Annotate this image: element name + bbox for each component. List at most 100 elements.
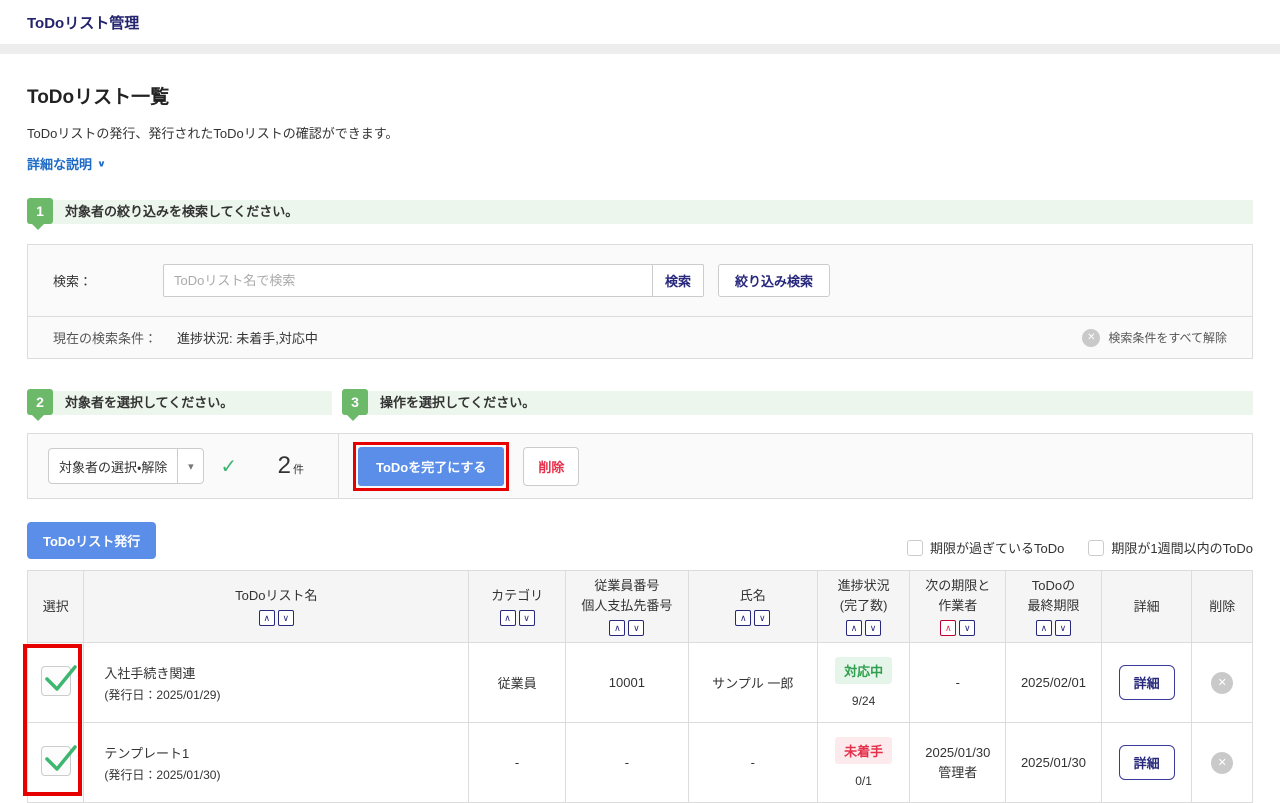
table-header-row: 選択 ToDoリスト名 ∧∨ カテゴリ ∧∨ 従業員番号個人支払先番号 ∧∨ — [28, 571, 1253, 643]
todolist-name: テンプレート1 — [104, 743, 462, 762]
person-name-cell: - — [688, 723, 817, 803]
header-select: 選択 — [28, 571, 84, 643]
todolist-name-cell: 入社手続き関連 (発行日：2025/01/29) — [84, 643, 469, 723]
detail-cell: 詳細 — [1101, 723, 1192, 803]
selected-count-unit: 件 — [293, 464, 304, 476]
row-checkbox-checked[interactable] — [41, 666, 71, 696]
selected-count-number: 2 — [278, 452, 291, 479]
sort-up-button[interactable]: ∧ — [735, 610, 751, 626]
filter-within-week-label: 期限が1週間以内のToDo — [1111, 538, 1253, 557]
final-deadline-cell: 2025/02/01 — [1006, 643, 1102, 723]
todolist-table: 選択 ToDoリスト名 ∧∨ カテゴリ ∧∨ 従業員番号個人支払先番号 ∧∨ — [27, 570, 1253, 803]
sort-down-button[interactable]: ∨ — [628, 620, 644, 636]
step3-bar: 3 操作を選択してください。 — [342, 391, 1253, 415]
progress-cell: 未着手 0/1 — [817, 723, 910, 803]
header-detail: 詳細 — [1101, 571, 1192, 643]
selection-check-icon: ✓ — [220, 454, 237, 479]
delete-cell: ✕ — [1192, 723, 1253, 803]
chevron-down-icon: ∨ — [97, 158, 106, 168]
delete-row-icon[interactable]: ✕ — [1211, 672, 1233, 694]
select-targets-dropdown[interactable]: 対象者の選択・解除 ▾ — [48, 448, 204, 484]
header-divider — [0, 44, 1280, 54]
header-next-deadline: 次の期限と作業者 ∧∨ — [910, 571, 1006, 643]
sort-down-button[interactable]: ∨ — [754, 610, 770, 626]
next-deadline-cell: 2025/01/30管理者 — [910, 723, 1006, 803]
progress-cell: 対応中 9/24 — [817, 643, 910, 723]
search-label: 検索： — [53, 271, 163, 290]
issue-todolist-button[interactable]: ToDoリスト発行 — [27, 522, 156, 559]
sort-up-button[interactable]: ∧ — [1036, 620, 1052, 636]
header-todolist-name: ToDoリスト名 ∧∨ — [84, 571, 469, 643]
step1-number-badge: 1 — [27, 198, 53, 224]
sort-down-button[interactable]: ∨ — [519, 610, 535, 626]
delete-row-icon[interactable]: ✕ — [1211, 752, 1233, 774]
detail-link-label: 詳細な説明 — [27, 154, 92, 173]
advanced-filter-button[interactable]: 絞り込み検索 — [718, 264, 830, 297]
sort-up-button[interactable]: ∧ — [259, 610, 275, 626]
controls-panel: 対象者の選択・解除 ▾ ✓ 2件 ToDoを完了にする 削除 — [27, 433, 1253, 499]
current-conditions-label: 現在の検索条件： — [53, 328, 157, 347]
filter-overdue-label: 期限が過ぎているToDo — [930, 538, 1064, 557]
detailed-description-link[interactable]: 詳細な説明 ∨ — [27, 154, 106, 173]
select-cell — [28, 723, 84, 803]
step2-bar: 2 対象者を選択してください。 — [27, 391, 332, 415]
category-cell: - — [469, 723, 566, 803]
issued-date: (発行日：2025/01/30) — [104, 766, 462, 783]
todolist-table-wrap: 選択 ToDoリスト名 ∧∨ カテゴリ ∧∨ 従業員番号個人支払先番号 ∧∨ — [27, 570, 1253, 803]
employee-number-cell: - — [565, 723, 688, 803]
page-description: ToDoリストの発行、発行されたToDoリストの確認ができます。 — [27, 123, 1253, 142]
sort-down-button[interactable]: ∨ — [865, 620, 881, 636]
steps-row: 2 対象者を選択してください。 3 操作を選択してください。 — [27, 391, 1253, 415]
app-header: ToDoリスト管理 — [0, 0, 1280, 44]
dropdown-label: 対象者の選択・解除 — [49, 449, 177, 483]
check-icon — [44, 662, 78, 694]
sort-up-button[interactable]: ∧ — [609, 620, 625, 636]
search-row: 検索： 検索 絞り込み検索 — [28, 245, 1252, 316]
employee-number-cell: 10001 — [565, 643, 688, 723]
category-cell: 従業員 — [469, 643, 566, 723]
sort-up-button[interactable]: ∧ — [500, 610, 516, 626]
action-controls: ToDoを完了にする 削除 — [338, 434, 1252, 498]
status-badge: 未着手 — [835, 737, 892, 764]
search-input[interactable] — [163, 264, 653, 297]
search-group: 検索 — [163, 264, 704, 297]
dropdown-caret-icon: ▾ — [177, 449, 203, 483]
step3-number-badge: 3 — [342, 389, 368, 415]
complete-todo-button[interactable]: ToDoを完了にする — [358, 447, 504, 486]
todolist-name-cell: テンプレート1 (発行日：2025/01/30) — [84, 723, 469, 803]
detail-button[interactable]: 詳細 — [1119, 665, 1175, 700]
selection-controls: 対象者の選択・解除 ▾ ✓ 2件 — [28, 434, 338, 498]
clear-icon: ✕ — [1082, 329, 1100, 347]
search-button[interactable]: 検索 — [653, 264, 704, 297]
header-progress: 進捗状況(完了数) ∧∨ — [817, 571, 910, 643]
progress-count: 0/1 — [824, 774, 904, 788]
checkbox-unchecked-icon — [1088, 540, 1104, 556]
sort-up-button-active[interactable]: ∧ — [940, 620, 956, 636]
issued-date: (発行日：2025/01/29) — [104, 686, 462, 703]
detail-button[interactable]: 詳細 — [1119, 745, 1175, 780]
sort-down-button[interactable]: ∨ — [278, 610, 294, 626]
person-name-cell: サンプル 一郎 — [688, 643, 817, 723]
status-badge: 対応中 — [835, 657, 892, 684]
clear-all-conditions-button[interactable]: ✕ 検索条件をすべて解除 — [1082, 329, 1227, 347]
search-panel: 検索： 検索 絞り込み検索 現在の検索条件： 進捗状況: 未着手,対応中 ✕ 検… — [27, 244, 1253, 359]
header-person-name: 氏名 ∧∨ — [688, 571, 817, 643]
current-conditions-row: 現在の検索条件： 進捗状況: 未着手,対応中 ✕ 検索条件をすべて解除 — [28, 316, 1252, 358]
table-row: 入社手続き関連 (発行日：2025/01/29) 従業員 10001 サンプル … — [28, 643, 1253, 723]
sort-down-button[interactable]: ∨ — [1055, 620, 1071, 636]
row-checkbox-checked[interactable] — [41, 746, 71, 776]
final-deadline-cell: 2025/01/30 — [1006, 723, 1102, 803]
step2-label: 対象者を選択してください。 — [27, 391, 332, 415]
checkbox-unchecked-icon — [907, 540, 923, 556]
step1-label: 対象者の絞り込みを検索してください。 — [27, 200, 1253, 224]
header-delete: 削除 — [1192, 571, 1253, 643]
sort-up-button[interactable]: ∧ — [846, 620, 862, 636]
next-deadline-cell: - — [910, 643, 1006, 723]
filter-overdue-todo[interactable]: 期限が過ぎているToDo — [907, 538, 1064, 557]
sort-down-button[interactable]: ∨ — [959, 620, 975, 636]
current-conditions-value: 進捗状況: 未着手,対応中 — [177, 328, 318, 347]
delete-selected-button[interactable]: 削除 — [523, 447, 579, 486]
deadline-filters: 期限が過ぎているToDo 期限が1週間以内のToDo — [907, 538, 1253, 559]
check-icon — [44, 742, 78, 774]
filter-within-week-todo[interactable]: 期限が1週間以内のToDo — [1088, 538, 1253, 557]
